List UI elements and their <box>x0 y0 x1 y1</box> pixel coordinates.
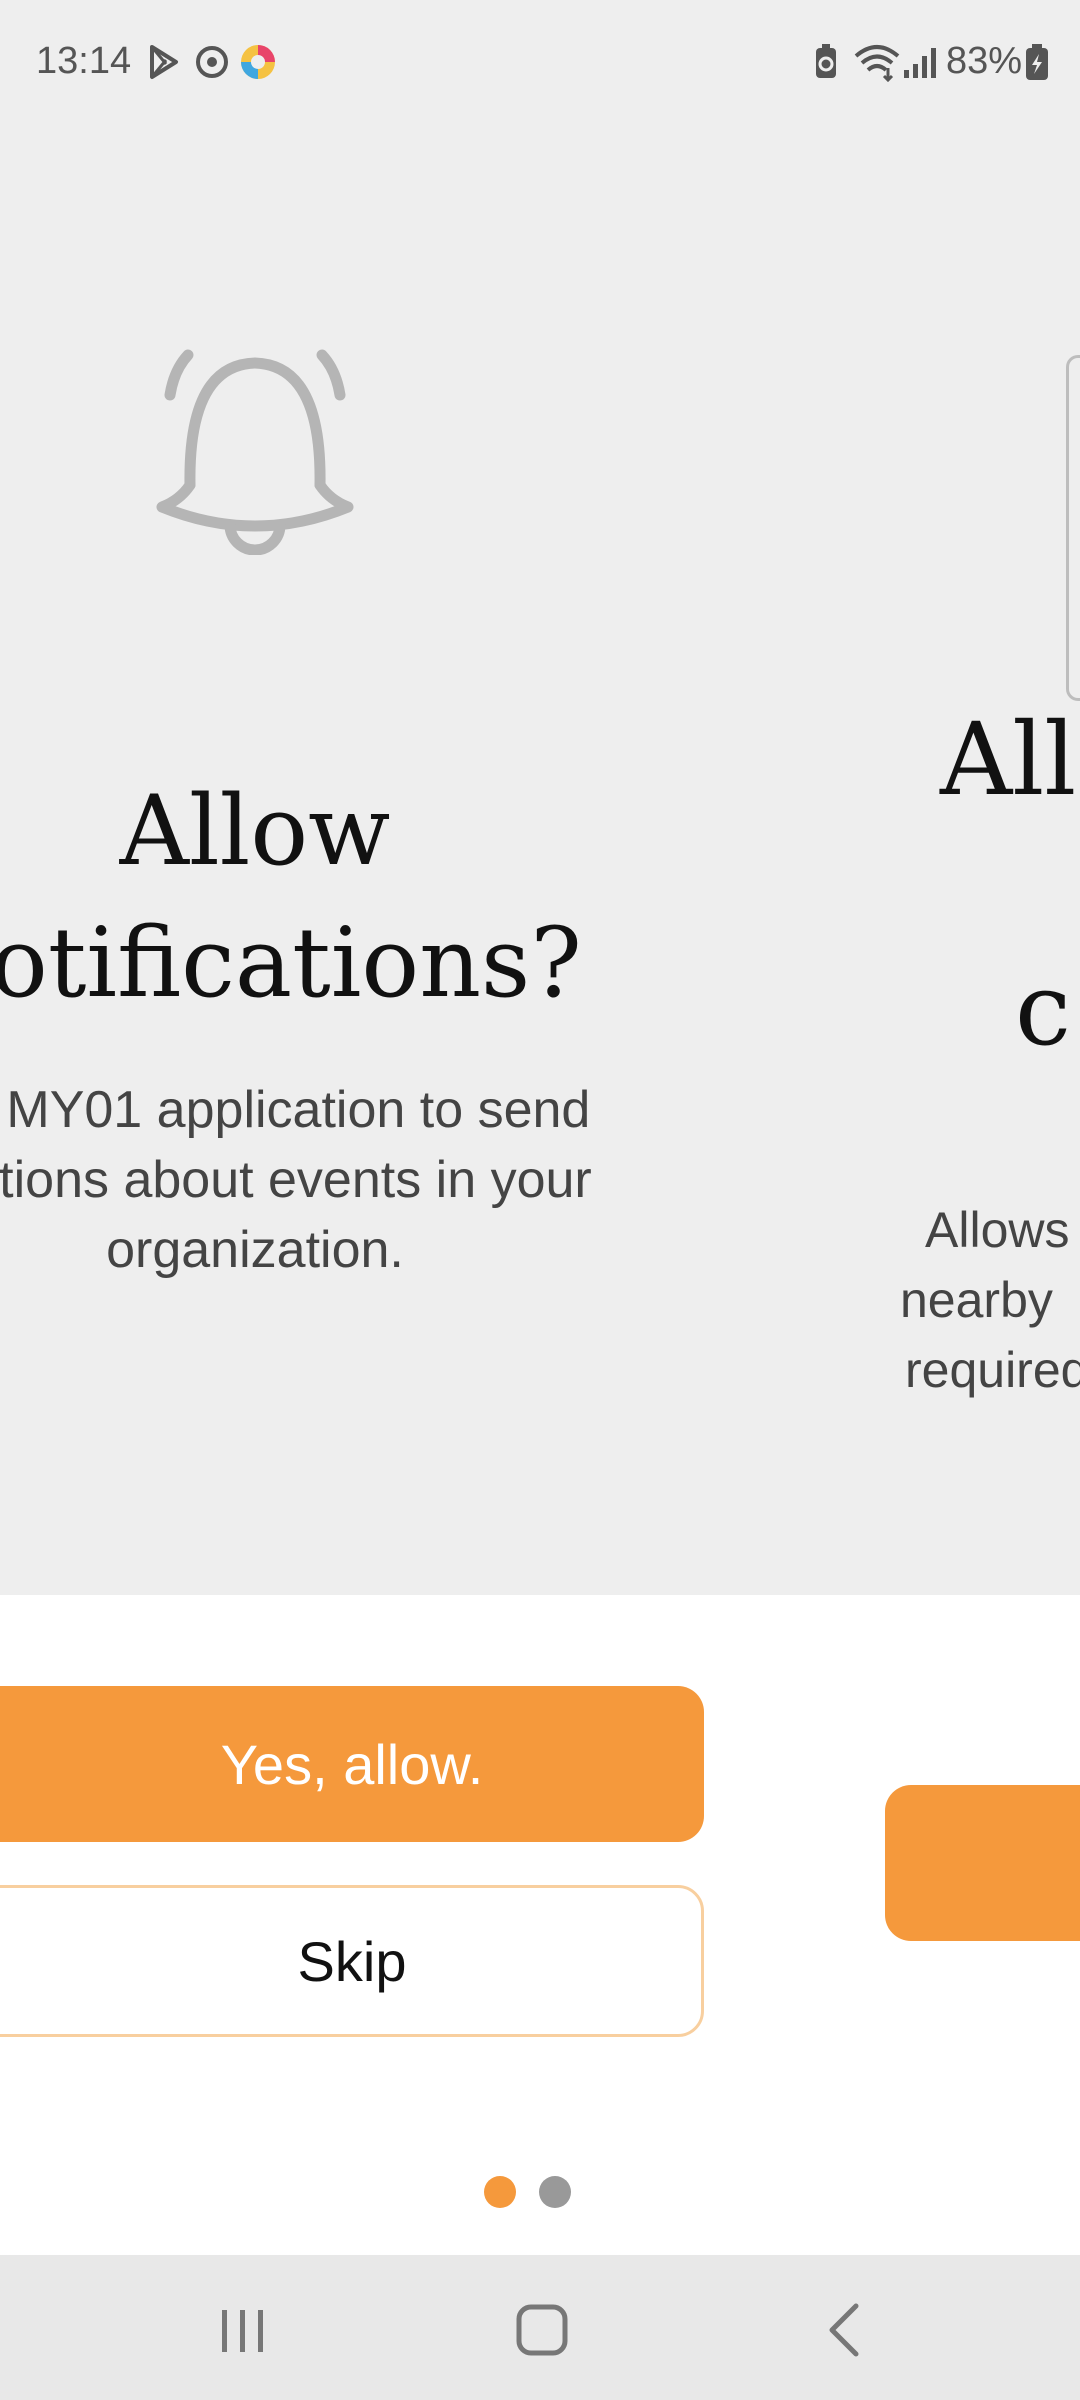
next-page-title-line1: All <box>940 701 1077 818</box>
allow-button[interactable]: Yes, allow. <box>0 1686 704 1842</box>
recents-button[interactable] <box>192 2280 292 2380</box>
next-page-desc-line: Allows <box>925 1202 1070 1258</box>
play-store-icon <box>150 45 178 79</box>
system-nav-bar <box>0 2255 1080 2400</box>
page-description: the MY01 application to send fications a… <box>0 1081 592 1279</box>
status-bar: 13:14 83% <box>0 0 1080 125</box>
skip-button[interactable]: Skip <box>0 1885 704 2037</box>
photos-app-icon <box>241 45 275 79</box>
battery-charging-icon <box>1026 44 1048 80</box>
battery-saver-icon <box>816 44 836 78</box>
sync-icon <box>196 46 228 78</box>
page-dot-active[interactable] <box>484 2176 516 2208</box>
signal-icon <box>904 48 936 78</box>
home-icon <box>516 2304 568 2356</box>
page-dot[interactable] <box>539 2176 571 2208</box>
home-button[interactable] <box>492 2280 592 2380</box>
page-title: Allow notifications? <box>0 775 582 1019</box>
next-page-desc-line: required <box>905 1342 1080 1398</box>
back-icon <box>829 2303 859 2357</box>
battery-percent: 83% <box>946 40 1023 82</box>
onboarding-pager[interactable]: Allow notifications? the MY01 applicatio… <box>0 125 1080 1595</box>
next-page-desc-line: nearby <box>900 1272 1053 1328</box>
next-page-description: Allows nearby required <box>880 1195 1080 1405</box>
next-page-primary-button[interactable] <box>885 1785 1080 1941</box>
next-page-title: All c <box>940 635 1080 1135</box>
recents-icon <box>222 2310 263 2352</box>
status-time: 13:14 <box>36 40 132 82</box>
back-button[interactable] <box>796 2280 896 2380</box>
wifi-icon <box>854 45 900 82</box>
bell-icon <box>156 349 354 555</box>
next-page-title-line2: c <box>1015 951 1072 1068</box>
onboarding-screen: 13:14 83% Allow otifications? MY01 appli… <box>0 0 1080 2400</box>
